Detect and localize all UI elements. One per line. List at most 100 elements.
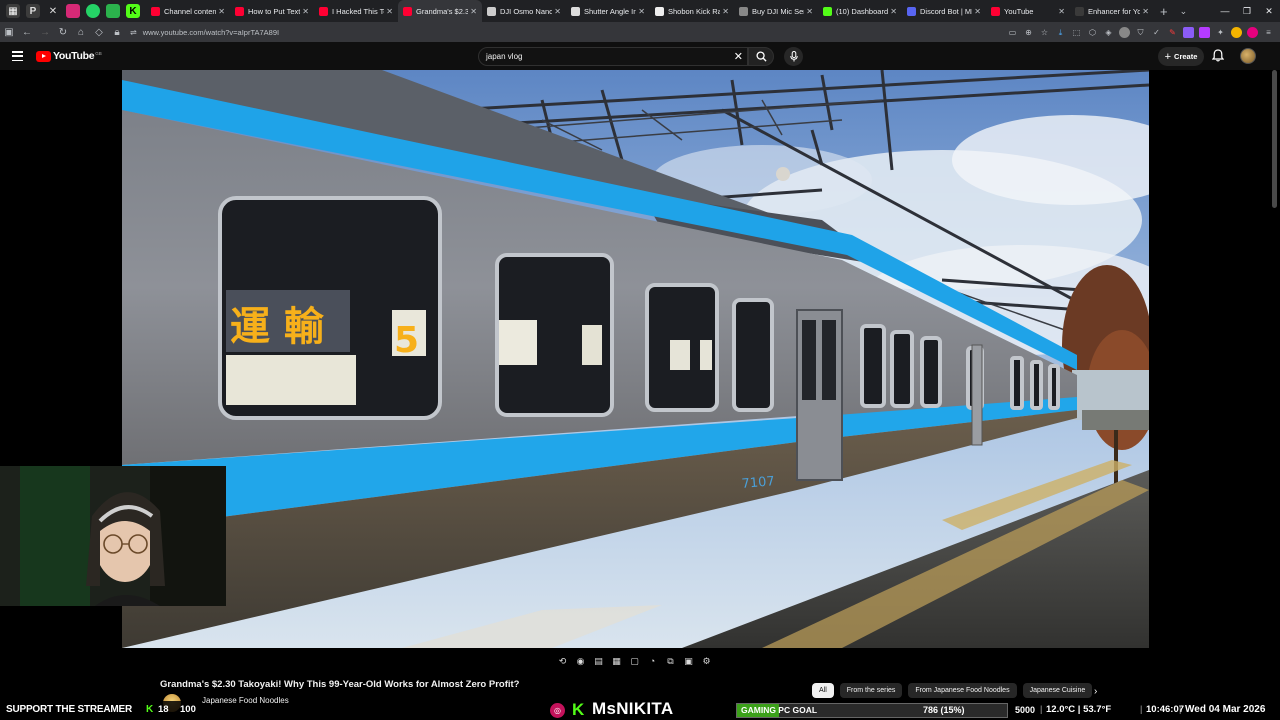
- tab-favicon-icon: [319, 6, 328, 16]
- chip-japanese-cuisine[interactable]: Japanese Cuisine: [1022, 683, 1093, 698]
- page-scrollbar[interactable]: [1272, 70, 1277, 208]
- close-tab-icon[interactable]: ✕: [386, 7, 393, 16]
- voice-search-button[interactable]: [784, 47, 803, 66]
- pip-icon[interactable]: ⧉: [664, 655, 677, 667]
- extension-check-icon[interactable]: ✓: [1151, 27, 1162, 38]
- extension-puzzle-icon[interactable]: ✦: [1215, 27, 1226, 38]
- new-tab-button[interactable]: +: [1154, 4, 1174, 19]
- extensions-toolbar: ▭ ⊕ ☆ ⤓ ⬚ ⬡ ◈ ⛉ ✓ ✎ ✦ ≡: [1007, 24, 1274, 40]
- notifications-bell-icon[interactable]: [1211, 49, 1225, 67]
- extension-mask-icon[interactable]: [1199, 26, 1210, 38]
- close-tab-icon[interactable]: ✕: [806, 7, 813, 16]
- extension-shield-icon[interactable]: ⛉: [1135, 27, 1146, 38]
- channel-name[interactable]: Japanese Food Noodles: [202, 696, 289, 705]
- browser-tab[interactable]: Buy DJI Mic Series C✕: [734, 0, 818, 22]
- webcam-feed: [0, 466, 226, 606]
- browser-tab[interactable]: Shobon Kick Ranking✕: [650, 0, 734, 22]
- guide-menu-icon[interactable]: [12, 51, 23, 61]
- site-settings-icon[interactable]: ⇌: [130, 28, 137, 37]
- browser-menu-button[interactable]: ≡: [1263, 27, 1274, 38]
- audio-icon[interactable]: ◉: [574, 655, 587, 667]
- browser-tab[interactable]: Enhancer for YouTube™✕: [1070, 0, 1154, 22]
- separator: |: [1140, 704, 1143, 714]
- extension-a-icon[interactable]: ⬚: [1071, 27, 1082, 38]
- browser-tab[interactable]: DJI Osmo Nano - Go✕: [482, 0, 566, 22]
- sidebar-toggle-icon[interactable]: ▣: [0, 23, 18, 41]
- pinned-tab-instagram-icon[interactable]: [66, 4, 80, 18]
- create-button[interactable]: + Create: [1158, 47, 1204, 66]
- youtube-logo[interactable]: YouTube GB: [36, 50, 102, 62]
- cast-icon[interactable]: ▭: [1007, 27, 1018, 38]
- browser-tab[interactable]: I Hacked This Temu I✕: [314, 0, 398, 22]
- pinned-tab-p-icon[interactable]: P: [26, 4, 40, 18]
- lock-icon[interactable]: 🔒︎: [108, 23, 126, 41]
- close-tab-icon[interactable]: ✕: [470, 7, 477, 16]
- maximize-button[interactable]: ❐: [1236, 6, 1258, 17]
- clear-search-icon[interactable]: ✕: [734, 50, 743, 63]
- back-button[interactable]: ←: [18, 23, 36, 41]
- browser-tab[interactable]: Shutter Angle In Cin✕: [566, 0, 650, 22]
- close-tab-icon[interactable]: ✕: [302, 7, 309, 16]
- close-tab-icon[interactable]: ✕: [974, 7, 981, 16]
- shield-icon[interactable]: ◇: [90, 23, 108, 41]
- goal-label: GAMING PC GOAL: [741, 705, 818, 715]
- pinned-tab-x-icon[interactable]: ✕: [46, 4, 60, 18]
- screenshot-icon[interactable]: ▣: [682, 655, 695, 667]
- extension-red-icon[interactable]: ✎: [1167, 27, 1178, 38]
- browser-tab[interactable]: (10) Dashboard / Str✕: [818, 0, 902, 22]
- browser-menu-icon[interactable]: ▦: [6, 4, 20, 18]
- chips-next-chevron-icon[interactable]: ›: [1094, 686, 1097, 697]
- goal-target-text: 5000: [1014, 705, 1035, 715]
- minimize-button[interactable]: —: [1214, 6, 1236, 16]
- cinema-mode-icon[interactable]: ▦: [610, 655, 623, 667]
- close-tab-icon[interactable]: ✕: [218, 7, 225, 16]
- close-tab-icon[interactable]: ✕: [890, 7, 897, 16]
- resize-icon[interactable]: ▢: [628, 655, 641, 667]
- pinned-tab-kick-icon[interactable]: K: [126, 4, 140, 18]
- speed-icon[interactable]: ◔: [646, 655, 659, 667]
- video-player[interactable]: 運 輸 5 7107: [122, 70, 1149, 648]
- forward-button[interactable]: →: [36, 23, 54, 41]
- home-button[interactable]: ⌂: [72, 23, 90, 41]
- chip-all[interactable]: All: [812, 683, 834, 698]
- reload-button[interactable]: ↻: [54, 23, 72, 41]
- youtube-play-icon: [36, 50, 51, 62]
- extension-b-icon[interactable]: ⬡: [1087, 27, 1098, 38]
- browser-tab[interactable]: Channel content - Yo✕: [146, 0, 230, 22]
- tab-search-chevron-icon[interactable]: ⌄: [1174, 6, 1194, 17]
- extension-c-icon[interactable]: ◈: [1103, 27, 1114, 38]
- close-window-button[interactable]: ✕: [1258, 6, 1280, 17]
- extension-record-icon[interactable]: [1119, 26, 1130, 38]
- account-avatar[interactable]: [1240, 48, 1256, 64]
- close-tab-icon[interactable]: ✕: [1142, 7, 1149, 16]
- browser-tab[interactable]: YouTube ✕: [986, 0, 1070, 22]
- pinned-tab-green-icon[interactable]: [106, 4, 120, 18]
- search-input[interactable]: japan vlog ✕: [478, 47, 748, 66]
- chip-from-the-series[interactable]: From the series: [839, 683, 903, 698]
- close-tab-icon[interactable]: ✕: [1058, 7, 1065, 16]
- streamer-webcam: [0, 466, 226, 606]
- filters-icon[interactable]: ▤: [592, 655, 605, 667]
- tab-favicon-icon: [655, 6, 664, 16]
- settings-gear-icon[interactable]: ⚙: [700, 655, 713, 667]
- tab-favicon-icon: [907, 6, 916, 16]
- instagram-icon: ◎: [550, 703, 565, 718]
- extension-purple-icon[interactable]: [1183, 26, 1194, 38]
- download-icon[interactable]: ⤓: [1055, 27, 1066, 38]
- browser-tab[interactable]: Discord Bot | MEE6✕: [902, 0, 986, 22]
- extension-pink-icon[interactable]: [1247, 26, 1258, 38]
- extension-chrome-icon[interactable]: [1231, 26, 1242, 38]
- close-tab-icon[interactable]: ✕: [722, 7, 729, 16]
- browser-tab[interactable]: Grandma's $2.30 T✕: [398, 0, 482, 22]
- bookmark-star-icon[interactable]: ☆: [1039, 27, 1050, 38]
- zoom-icon[interactable]: ⊕: [1023, 27, 1034, 38]
- close-tab-icon[interactable]: ✕: [638, 7, 645, 16]
- video-frame-train: 運 輸 5 7107: [122, 70, 1149, 648]
- loop-icon[interactable]: ⟲: [556, 655, 569, 667]
- pinned-tab-whatsapp-icon[interactable]: [86, 4, 100, 18]
- search-button[interactable]: [748, 47, 774, 66]
- browser-tab[interactable]: How to Put Text Beh✕: [230, 0, 314, 22]
- goal-progress-text: 786 (15%): [923, 705, 965, 715]
- chip-from-channel[interactable]: From Japanese Food Noodles: [908, 683, 1017, 698]
- close-tab-icon[interactable]: ✕: [554, 7, 561, 16]
